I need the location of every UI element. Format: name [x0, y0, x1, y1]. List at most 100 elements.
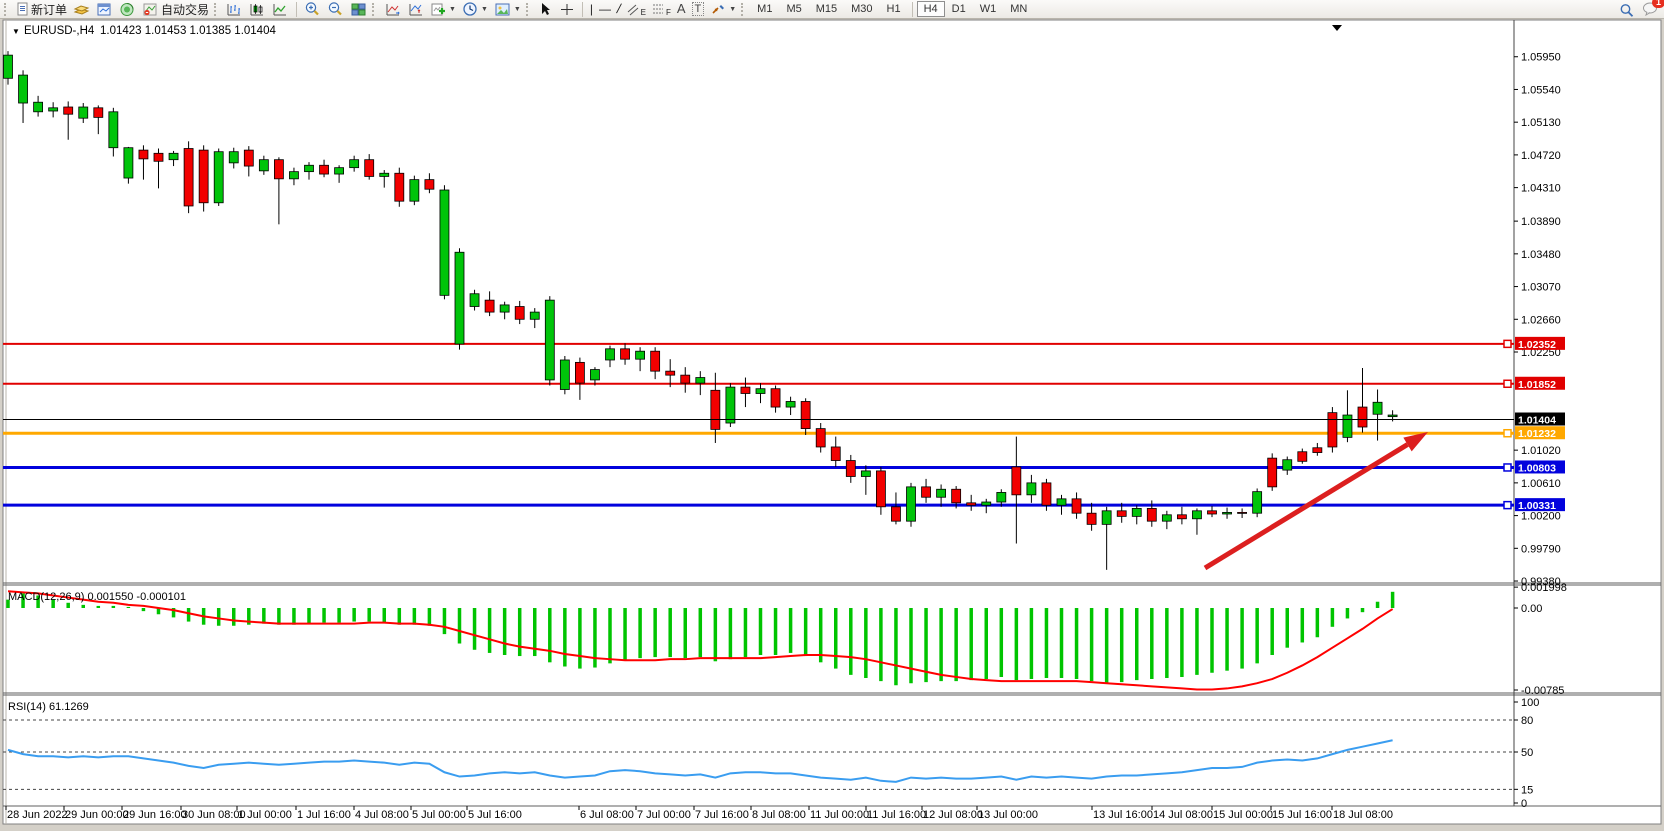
new-chart-icon [430, 2, 446, 17]
periods-button[interactable]: ▼ [459, 1, 491, 18]
channel-tool-button[interactable]: E [624, 1, 649, 18]
svg-text:8 Jul 08:00: 8 Jul 08:00 [752, 809, 806, 821]
svg-text:4 Jul 08:00: 4 Jul 08:00 [355, 809, 409, 821]
svg-text:13 Jul 00:00: 13 Jul 00:00 [978, 809, 1038, 821]
timeframe-button-m30[interactable]: M30 [844, 1, 879, 17]
line-chart-mode-button[interactable] [269, 1, 292, 18]
svg-text:80: 80 [1521, 715, 1533, 727]
indicator-list-icon [407, 2, 424, 17]
channel-icon-letter: E [641, 8, 646, 17]
text-tool-icon: A [677, 3, 686, 15]
tile-windows-icon [350, 2, 367, 17]
vertical-line-tool-button[interactable]: | [587, 1, 596, 18]
tile-windows-button[interactable] [347, 1, 370, 18]
fibonacci-tool-button[interactable]: F [649, 1, 674, 18]
timeframe-button-m15[interactable]: M15 [809, 1, 844, 17]
svg-text:1.05950: 1.05950 [1521, 52, 1561, 64]
svg-text:1 Jul 00:00: 1 Jul 00:00 [238, 809, 292, 821]
svg-text:14 Jul 08:00: 14 Jul 08:00 [1153, 809, 1213, 821]
text-tool-button[interactable]: A [674, 1, 689, 18]
template-icon [494, 2, 511, 17]
svg-text:1.00610: 1.00610 [1521, 478, 1561, 490]
timeframe-button-h4[interactable]: H4 [917, 1, 945, 17]
svg-text:11 Jul 16:00: 11 Jul 16:00 [867, 809, 926, 821]
zoom-out-button[interactable] [324, 1, 347, 18]
timeframe-button-w1[interactable]: W1 [973, 1, 1004, 17]
notifications-button[interactable]: 1 [1642, 1, 1658, 19]
channel-icon [627, 2, 639, 16]
svg-text:1.05540: 1.05540 [1521, 84, 1561, 96]
svg-text:100: 100 [1521, 697, 1539, 709]
svg-text:1.01404: 1.01404 [1518, 415, 1556, 427]
indicator-window-button[interactable] [381, 1, 404, 18]
arrows-tool-button[interactable]: ▼ [707, 1, 739, 18]
line-handle-1.01232[interactable] [1504, 430, 1511, 437]
svg-text:1.01232: 1.01232 [1518, 428, 1556, 440]
timeframe-button-mn[interactable]: MN [1003, 1, 1034, 17]
autotrade-button[interactable]: 自动交易 [139, 1, 212, 18]
zoom-in-icon [304, 1, 321, 17]
data-window-button[interactable] [93, 1, 116, 18]
search-icon[interactable] [1619, 3, 1634, 18]
time-axis[interactable]: 28 Jun 202229 Jun 00:0029 Jun 16:0030 Ju… [6, 806, 1393, 821]
svg-text:29 Jun 16:00: 29 Jun 16:00 [123, 809, 187, 821]
dropdown-icon: ▼ [729, 6, 736, 13]
vertical-line-icon: | [590, 3, 593, 15]
cursor-icon [538, 2, 553, 17]
dropdown-icon: ▼ [449, 6, 456, 13]
text-label-tool-button[interactable]: T [689, 1, 708, 18]
timeframe-button-h1[interactable]: H1 [880, 1, 908, 17]
svg-text:7 Jul 00:00: 7 Jul 00:00 [637, 809, 691, 821]
bar-chart-icon [226, 2, 243, 17]
svg-text:0: 0 [1521, 798, 1527, 810]
toolbar-separator [582, 2, 583, 17]
dropdown-icon: ▼ [514, 6, 521, 13]
timeframe-button-m5[interactable]: M5 [779, 1, 808, 17]
svg-text:18 Jul 08:00: 18 Jul 08:00 [1333, 809, 1393, 821]
svg-text:1.04310: 1.04310 [1521, 183, 1561, 195]
template-button[interactable]: ▼ [491, 1, 524, 18]
line-handle-1.00803[interactable] [1504, 464, 1511, 471]
toolbar-grip [214, 3, 219, 16]
main-toolbar: 新订单 自动交易 ▼ ▼ [0, 0, 1664, 19]
fibonacci-icon [652, 2, 664, 16]
timeframe-button-m1[interactable]: M1 [750, 1, 779, 17]
chart-canvas[interactable]: 1.059501.055401.051301.047201.043101.038… [0, 19, 1664, 831]
trendline-tool-button[interactable]: / [614, 1, 624, 18]
new-order-button[interactable]: 新订单 [13, 1, 70, 18]
zoom-in-button[interactable] [301, 1, 324, 18]
toolbar-grip [526, 3, 531, 16]
cursor-tool-button[interactable] [535, 1, 556, 18]
candle-chart-mode-button[interactable] [246, 1, 269, 18]
svg-text:7 Jul 16:00: 7 Jul 16:00 [695, 809, 749, 821]
line-handle-1.02352[interactable] [1504, 340, 1511, 347]
market-watch-button[interactable] [70, 1, 93, 18]
line-chart-icon [272, 2, 289, 17]
clock-icon [462, 1, 478, 17]
svg-text:29 Jun 00:00: 29 Jun 00:00 [65, 809, 129, 821]
horizontal-line-tool-button[interactable]: — [596, 1, 614, 18]
svg-text:1.03480: 1.03480 [1521, 249, 1561, 261]
svg-text:0.00: 0.00 [1521, 603, 1542, 615]
toolbar-separator [296, 2, 297, 17]
zoom-out-icon [327, 1, 344, 17]
svg-text:0.001998: 0.001998 [1521, 582, 1567, 594]
svg-text:1.02660: 1.02660 [1521, 314, 1561, 326]
arrows-icon [710, 2, 726, 17]
crosshair-icon [559, 2, 575, 17]
bar-chart-mode-button[interactable] [223, 1, 246, 18]
svg-text:1.01020: 1.01020 [1521, 445, 1561, 457]
timeframe-button-d1[interactable]: D1 [945, 1, 973, 17]
new-chart-button[interactable]: ▼ [427, 1, 459, 18]
crosshair-tool-button[interactable] [556, 1, 578, 18]
svg-text:11 Jul 00:00: 11 Jul 00:00 [810, 809, 869, 821]
market-watch-icon [73, 2, 90, 17]
navigator-icon [119, 2, 136, 17]
navigator-button[interactable] [116, 1, 139, 18]
svg-text:1.01423 1.01453 1.01385 1.0140: 1.01423 1.01453 1.01385 1.01404 [100, 25, 276, 37]
rsi-label: RSI(14) 61.1269 [8, 701, 89, 713]
indicator-list-button[interactable] [404, 1, 427, 18]
line-handle-1.01852[interactable] [1504, 380, 1511, 387]
line-handle-1.00331[interactable] [1504, 502, 1511, 509]
autotrade-label: 自动交易 [161, 1, 209, 18]
